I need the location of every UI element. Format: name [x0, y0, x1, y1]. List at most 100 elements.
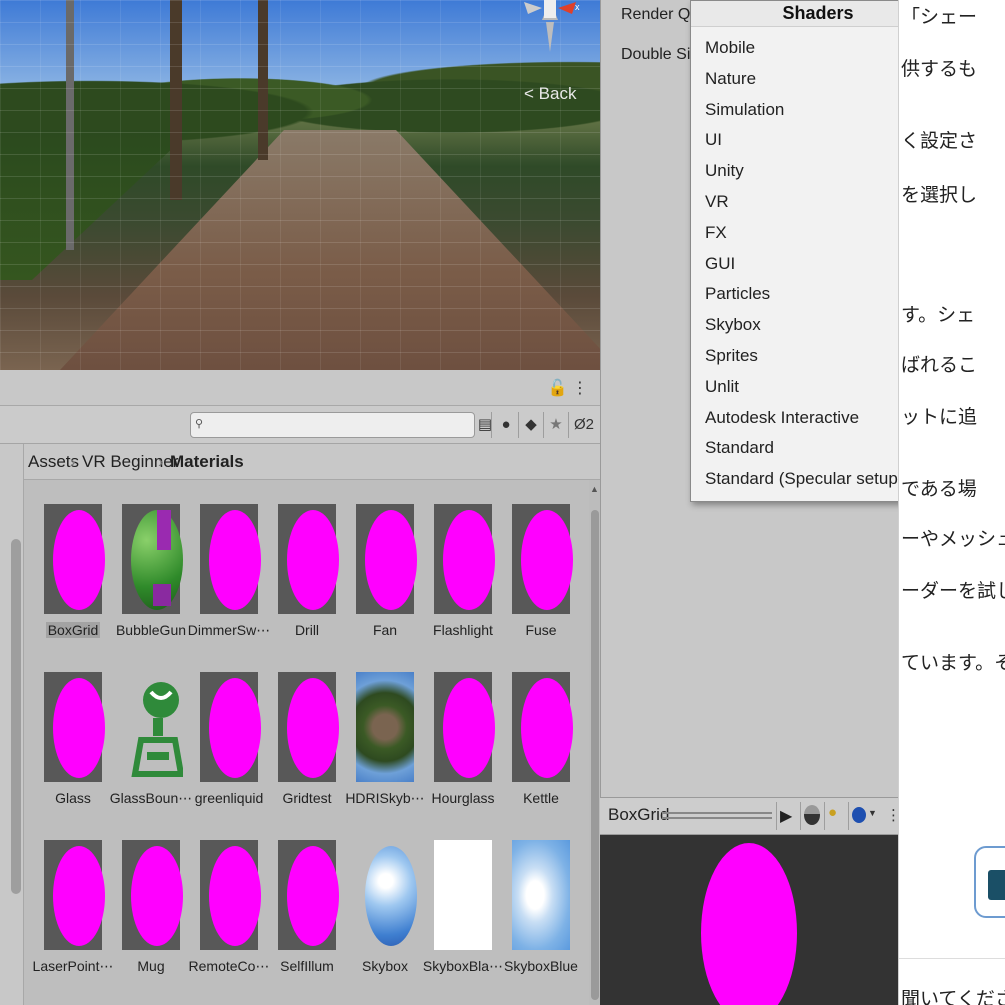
shader-menu-item[interactable]: Mobile›: [705, 33, 923, 63]
scrollbar-thumb[interactable]: [591, 510, 599, 1000]
web-page-panel: 「シェー供するもく設定さを選択しす。シェばれるこットに追である場ーやメッシュなー…: [898, 0, 1005, 1005]
breadcrumb-materials[interactable]: Materials: [170, 452, 244, 472]
asset-label: Fuse: [498, 622, 584, 638]
scroll-up-arrow-icon[interactable]: ▲: [590, 484, 599, 494]
material-sphere-icon: [53, 846, 105, 946]
shader-menu-item[interactable]: GUI›: [705, 249, 923, 279]
preview-light-icon[interactable]: ●: [828, 804, 837, 821]
asset-tile[interactable]: BoxGrid: [38, 504, 108, 664]
chevron-down-icon[interactable]: ▼: [868, 808, 877, 818]
shader-menu-item[interactable]: Nature›: [705, 64, 923, 94]
asset-tile[interactable]: greenliquid: [194, 672, 264, 832]
material-sphere-icon: [209, 846, 261, 946]
asset-name: GlassBoun⋯: [109, 790, 193, 806]
breadcrumb-vr-beginner[interactable]: VR Beginner: [82, 452, 178, 472]
shader-menu-item[interactable]: Unlit›: [705, 372, 923, 402]
asset-name: SelfIllum: [280, 958, 334, 974]
asset-name: SkyboxBlue: [504, 958, 578, 974]
filter-by-label-icon[interactable]: ◆: [520, 413, 542, 437]
shader-menu-item[interactable]: Skybox›: [705, 310, 923, 340]
folder-tree-scrollbar[interactable]: [0, 444, 24, 1005]
asset-tile[interactable]: LaserPoint⋯: [33, 840, 113, 1000]
preview-mesh-icon[interactable]: [852, 807, 866, 823]
toolbar-divider: [543, 412, 544, 438]
shader-menu-item[interactable]: FX›: [705, 218, 923, 248]
asset-name: DimmerSw⋯: [187, 622, 271, 638]
asset-name: greenliquid: [194, 790, 264, 806]
search-filter-icon[interactable]: ▤: [474, 413, 496, 437]
asset-tile[interactable]: SelfIllum: [272, 840, 342, 1000]
shader-menu-item[interactable]: Standard (Specular setup): [705, 464, 923, 494]
asset-label: SelfIllum: [264, 958, 350, 974]
article-text-line: 「シェー: [901, 7, 978, 28]
asset-tile[interactable]: Skybox: [350, 840, 420, 1000]
asset-tile[interactable]: Gridtest: [272, 672, 342, 832]
asset-grid-scrollbar[interactable]: ▲: [589, 480, 600, 1005]
preview-lighting-icon[interactable]: [804, 805, 820, 825]
asset-tile[interactable]: HDRISkyb⋯: [345, 672, 425, 832]
filter-by-type-icon[interactable]: ●: [495, 413, 517, 437]
shader-menu-item-label: Sprites: [705, 346, 758, 365]
asset-tile[interactable]: Kettle: [506, 672, 576, 832]
skybox-texture-icon: [512, 840, 570, 950]
asset-name: Flashlight: [433, 622, 493, 638]
material-preview[interactable]: [600, 835, 898, 1005]
asset-name: SkyboxBla⋯: [422, 958, 504, 974]
asset-name: Drill: [294, 622, 320, 638]
favorite-star-icon[interactable]: ★: [545, 413, 567, 437]
play-icon[interactable]: ▶: [780, 806, 792, 826]
breadcrumb-chevron-icon: ›: [70, 452, 76, 471]
article-text-line: す。シェ: [901, 305, 976, 326]
search-box: ⚲: [190, 412, 475, 438]
scene-gizmo[interactable]: x: [520, 0, 580, 56]
asset-thumbnail: [44, 840, 105, 950]
unity-editor-window: x < Back 🔓 ⋮ ⚲ ▤ ● ◆ ★ Ø2 ▲ Assets › VR …: [0, 0, 1005, 1005]
asset-tile[interactable]: Mug: [116, 840, 186, 1000]
scene-view[interactable]: x < Back: [0, 0, 600, 370]
lock-icon[interactable]: 🔓 ⋮: [548, 378, 588, 398]
shader-menu-item[interactable]: Unity›: [705, 156, 923, 186]
asset-tile[interactable]: Fuse: [506, 504, 576, 664]
asset-tile[interactable]: DimmerSw⋯: [188, 504, 270, 664]
article-text-line: である場: [901, 479, 977, 500]
asset-tile[interactable]: SkyboxBla⋯: [423, 840, 503, 1000]
asset-tile[interactable]: GlassBoun⋯: [110, 672, 192, 832]
asset-label: SkyboxBla⋯: [420, 958, 506, 975]
asset-tile[interactable]: SkyboxBlue: [504, 840, 578, 1000]
preview-drag-handle[interactable]: [662, 812, 772, 819]
shader-menu-item[interactable]: Particles›: [705, 279, 923, 309]
search-input[interactable]: [207, 416, 469, 434]
shader-menu-item-label: Autodesk Interactive: [705, 407, 860, 427]
toolbar-divider: [518, 412, 519, 438]
asset-tile[interactable]: RemoteCo⋯: [189, 840, 269, 1000]
shader-menu-item-label: Unity: [705, 161, 744, 181]
asset-label: Glass: [30, 790, 116, 806]
asset-tile[interactable]: Fan: [350, 504, 420, 664]
material-sphere-icon: [287, 510, 339, 610]
asset-name: Gridtest: [282, 790, 332, 806]
asset-label: HDRISkyb⋯: [342, 790, 428, 807]
scrollbar-thumb[interactable]: [11, 539, 21, 894]
asset-tile[interactable]: BubbleGun: [116, 504, 186, 664]
asset-thumbnail: [122, 504, 183, 614]
page-button[interactable]: [974, 846, 1005, 918]
asset-tile[interactable]: Hourglass: [428, 672, 498, 832]
shader-menu-item[interactable]: Sprites›: [705, 341, 923, 371]
asset-tile[interactable]: Glass: [38, 672, 108, 832]
skybox-sphere-icon: [365, 846, 417, 946]
asset-name: Mug: [137, 958, 165, 974]
shader-menu-item[interactable]: Autodesk Interactive: [705, 403, 923, 433]
asset-name: Glass: [55, 790, 91, 806]
asset-tile[interactable]: Flashlight: [428, 504, 498, 664]
material-sphere-icon: [53, 678, 105, 778]
shader-menu-item[interactable]: UI›: [705, 125, 923, 155]
asset-tile[interactable]: Drill: [272, 504, 342, 664]
hidden-packages-toggle[interactable]: Ø2: [570, 413, 598, 437]
shader-menu-item[interactable]: VR›: [705, 187, 923, 217]
back-button[interactable]: < Back: [524, 84, 576, 104]
preview-title: BoxGrid: [608, 805, 670, 824]
asset-label: Hourglass: [420, 790, 506, 806]
shader-menu-item[interactable]: Standard: [705, 433, 923, 463]
shader-menu-item[interactable]: Simulation›: [705, 95, 923, 125]
shader-menu-item-label: Standard (Specular setup): [705, 469, 904, 489]
